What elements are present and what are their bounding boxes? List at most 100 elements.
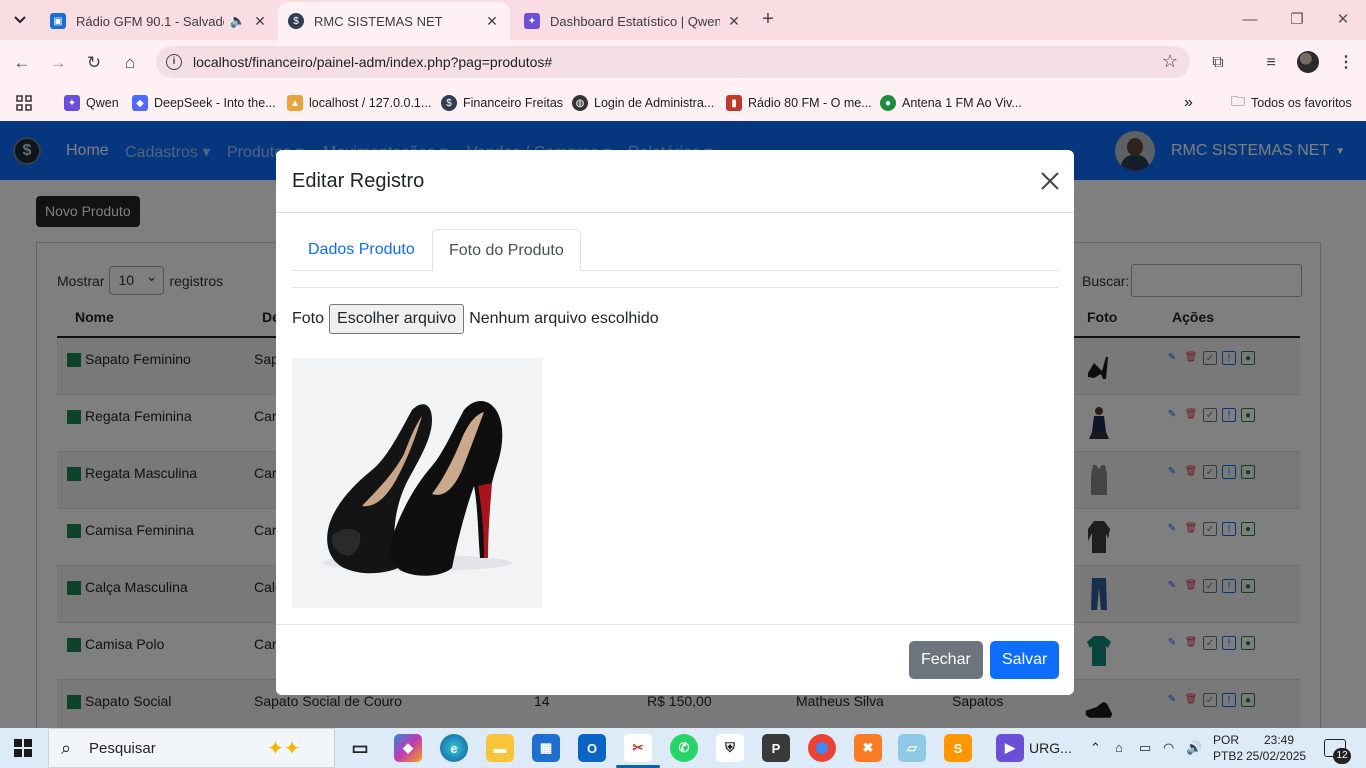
- speaker-icon[interactable]: 🔈: [230, 13, 246, 29]
- qwen-favicon-icon: ✦: [524, 13, 540, 29]
- tab-title: Rádio GFM 90.1 - Salvador: [76, 13, 224, 29]
- edit-record-modal: Editar Registro Dados Produto Foto do Pr…: [276, 150, 1074, 695]
- modal-header: Editar Registro: [276, 150, 1074, 213]
- bookmark-label: Login de Administra...: [594, 96, 715, 110]
- address-bar[interactable]: i localhost/financeiro/painel-adm/index.…: [156, 46, 1190, 78]
- more-bookmarks-icon[interactable]: »: [1184, 92, 1193, 114]
- modal-title: Editar Registro: [292, 170, 425, 192]
- extensions-icon[interactable]: ⧉: [1206, 51, 1230, 75]
- xampp-icon[interactable]: ✖: [854, 734, 882, 762]
- bookmark-login[interactable]: ◍ Login de Administra...: [572, 92, 714, 114]
- tab-title: Dashboard Estatístico | Qwen: [550, 13, 720, 29]
- choose-file-button[interactable]: Escolher arquivo: [329, 304, 465, 334]
- tab-foto-produto[interactable]: Foto do Produto: [432, 229, 581, 271]
- bookmark-radio80[interactable]: ▮ Rádio 80 FM - O me...: [726, 92, 872, 114]
- bookmark-qwen[interactable]: ✦ Qwen: [64, 92, 119, 114]
- chrome-icon[interactable]: [808, 734, 836, 762]
- media-control-icon[interactable]: ≡: [1259, 51, 1283, 75]
- foto-label: Foto: [292, 310, 325, 327]
- close-tab-icon[interactable]: ✕: [726, 13, 742, 30]
- chevron-down-icon: [14, 16, 26, 24]
- tray-chevron-icon[interactable]: ⌃: [1090, 740, 1101, 756]
- volume-icon[interactable]: 🔊: [1186, 740, 1202, 756]
- bookmark-deepseek[interactable]: ◆ DeepSeek - Into the...: [132, 92, 276, 114]
- forward-button[interactable]: →: [46, 51, 70, 75]
- bookmark-star-icon[interactable]: ☆: [1162, 51, 1178, 72]
- apps-grid-icon[interactable]: [16, 92, 32, 114]
- menu-kebab-icon[interactable]: ⋮: [1334, 51, 1358, 75]
- deepseek-icon: ◆: [132, 95, 148, 111]
- browser-tabstrip: ▣ Rádio GFM 90.1 - Salvador 🔈 ✕ $ RMC SI…: [0, 0, 1366, 40]
- bookmark-label: Qwen: [86, 96, 119, 110]
- outlook-icon[interactable]: O: [578, 734, 606, 762]
- battery-icon[interactable]: ▭: [1139, 740, 1151, 756]
- bookmark-localhost[interactable]: ▲ localhost / 127.0.0.1...: [287, 92, 431, 114]
- bookmark-label: Rádio 80 FM - O me...: [748, 96, 872, 110]
- modal-tabs: Dados Produto Foto do Produto: [292, 229, 1058, 271]
- keyboard-layout[interactable]: PTB2: [1213, 749, 1243, 763]
- bookmarks-bar: ✦ Qwen ◆ DeepSeek - Into the... ▲ localh…: [0, 85, 1366, 121]
- file-status-text: Nenhum arquivo escolhido: [469, 310, 659, 327]
- high-heel-shoe-image: [322, 401, 512, 576]
- clock-date[interactable]: 25/02/2025: [1246, 749, 1306, 763]
- notification-count-badge: 12: [1333, 748, 1351, 764]
- windows-start-icon[interactable]: [14, 739, 32, 757]
- home-button[interactable]: ⌂: [118, 51, 142, 75]
- bookmark-label: Antena 1 FM Ao Viv...: [902, 96, 1022, 110]
- close-window-button[interactable]: ✕: [1331, 8, 1355, 32]
- search-placeholder: Pesquisar: [89, 740, 156, 757]
- site-info-icon[interactable]: i: [166, 54, 182, 70]
- copilot-icon[interactable]: ◆: [394, 734, 422, 762]
- browser-tab-radio[interactable]: ▣ Rádio GFM 90.1 - Salvador 🔈 ✕: [40, 2, 278, 40]
- minimize-button[interactable]: —: [1238, 8, 1262, 32]
- sublime-text-icon[interactable]: S: [944, 734, 972, 762]
- tray-app-icon[interactable]: ⌂: [1115, 740, 1123, 755]
- close-button[interactable]: Fechar: [909, 641, 983, 679]
- browser-tab-rmc[interactable]: $ RMC SISTEMAS NET ✕: [278, 2, 510, 40]
- edge-icon[interactable]: e: [440, 734, 468, 762]
- dollar-icon: $: [441, 95, 457, 111]
- browser-toolbar: ← → ↻ ⌂ i localhost/financeiro/painel-ad…: [0, 40, 1366, 85]
- close-tab-icon[interactable]: ✕: [484, 13, 500, 30]
- close-icon[interactable]: [1039, 170, 1061, 192]
- windows-taskbar: ⌕ Pesquisar ✦✦ ▭ ◆ e ▬ ▦ O ✂ ✆ ⛨ P ✖ ▱ S…: [0, 728, 1366, 768]
- copilot-spark-icon: ✦✦: [267, 738, 301, 760]
- tab-dados-produto[interactable]: Dados Produto: [292, 229, 431, 271]
- app-p-icon[interactable]: P: [762, 734, 790, 762]
- globe-icon: ◍: [572, 95, 588, 111]
- browser-tab-qwen[interactable]: ✦ Dashboard Estatístico | Qwen ✕: [514, 2, 752, 40]
- language-code[interactable]: POR: [1213, 733, 1239, 747]
- file-explorer-icon[interactable]: ▬: [486, 734, 514, 762]
- back-button[interactable]: ←: [10, 51, 34, 75]
- notepad-icon[interactable]: ▱: [898, 734, 926, 762]
- url-text[interactable]: localhost/financeiro/painel-adm/index.ph…: [193, 54, 552, 70]
- urg-app-label[interactable]: URG...: [1029, 740, 1072, 756]
- snipping-tool-icon[interactable]: ✂: [624, 734, 652, 762]
- product-photo-preview: [292, 358, 542, 608]
- radio-icon: ▮: [726, 95, 742, 111]
- whatsapp-icon[interactable]: ✆: [670, 734, 698, 762]
- tab-search-button[interactable]: [8, 8, 32, 32]
- save-button[interactable]: Salvar: [990, 641, 1060, 679]
- photo-file-field: Foto Escolher arquivo Nenhum arquivo esc…: [292, 304, 659, 334]
- phpmyadmin-icon: ▲: [287, 95, 303, 111]
- restore-button[interactable]: ❐: [1285, 8, 1309, 32]
- close-tab-icon[interactable]: ✕: [252, 13, 268, 30]
- wifi-icon[interactable]: ◠: [1163, 740, 1174, 756]
- all-bookmarks[interactable]: 🗀 Todos os favoritos: [1231, 92, 1352, 114]
- bookmark-antena1[interactable]: ● Antena 1 FM Ao Viv...: [880, 92, 1022, 114]
- task-view-icon[interactable]: ▭: [346, 734, 374, 762]
- store-icon[interactable]: ▦: [532, 734, 560, 762]
- dollar-favicon-icon: $: [288, 13, 304, 29]
- security-shield-icon[interactable]: ⛨: [716, 734, 744, 762]
- taskbar-search[interactable]: ⌕ Pesquisar ✦✦: [48, 728, 335, 768]
- search-icon: ⌕: [61, 738, 72, 758]
- modal-footer: Fechar Salvar: [276, 624, 1074, 695]
- bookmark-financeiro[interactable]: $ Financeiro Freitas: [441, 92, 563, 114]
- tab-title: RMC SISTEMAS NET: [314, 13, 443, 29]
- clock-time[interactable]: 23:49: [1264, 733, 1294, 747]
- urg-app-icon[interactable]: ▶: [996, 734, 1024, 762]
- profile-avatar[interactable]: [1297, 51, 1319, 73]
- new-tab-button[interactable]: +: [758, 9, 778, 29]
- reload-button[interactable]: ↻: [82, 51, 106, 75]
